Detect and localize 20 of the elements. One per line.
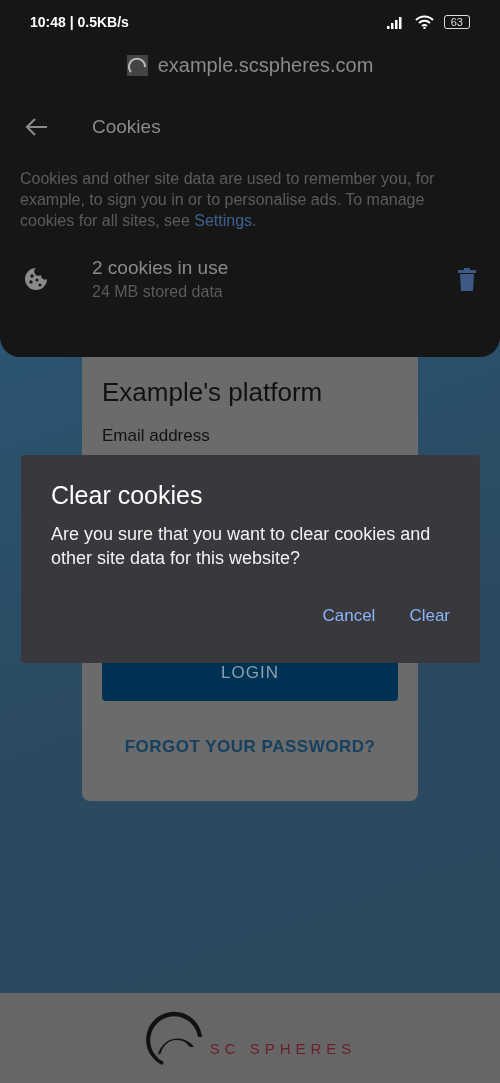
site-url: example.scspheres.com — [157, 53, 374, 77]
cookie-icon — [24, 267, 48, 291]
logo-text: SC SPHERES — [209, 1040, 357, 1057]
dialog-title: Clear cookies — [51, 481, 204, 510]
battery-indicator: 63 — [443, 15, 470, 29]
card-title: Example's platform — [102, 377, 324, 408]
stored-data-size: 24 MB stored data — [92, 283, 224, 301]
signal-icon — [386, 15, 405, 29]
cookie-count: 2 cookies in use — [92, 257, 230, 279]
dialog-button[interactable]: Cancel — [322, 606, 376, 626]
trash-icon[interactable] — [458, 267, 476, 291]
email-label: Email address — [102, 426, 210, 446]
wifi-icon — [414, 15, 434, 29]
status-time: 10:48 | 0.5KB/s — [30, 14, 129, 30]
sheet-title: Cookies — [92, 116, 161, 138]
dialog-button[interactable]: Clear — [409, 606, 450, 626]
back-arrow-icon[interactable] — [24, 117, 48, 137]
site-favicon-icon — [126, 54, 148, 76]
cookies-description: Cookies and other site data are used to remember you, for example, to sign you in or to personalise ads. To manage cookies for all sites, see Settings. — [19, 169, 436, 231]
dialog-message: Are you sure that you want to clear cookies and other site data for this website? — [51, 523, 432, 570]
